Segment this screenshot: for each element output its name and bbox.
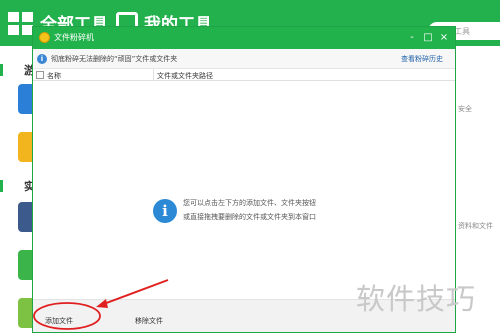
add-file-button[interactable]: 添加文件 [45, 316, 73, 326]
background-text: 安全 [458, 105, 472, 113]
close-button[interactable]: × [437, 30, 451, 45]
column-header-name[interactable]: 名称 [47, 71, 61, 81]
empty-hint-line1: 您可以点击左下方的添加文件、文件夹按钮 [183, 199, 316, 207]
column-divider[interactable] [153, 69, 154, 81]
background-text: 资料和文件 [458, 222, 493, 230]
dialog-titlebar[interactable]: 文件粉碎机 - □ × [33, 27, 455, 49]
section-marker [0, 64, 3, 76]
file-list-header: 名称 文件或文件夹路径 [33, 69, 455, 81]
all-tools-icon [8, 12, 34, 36]
watermark: 软件技巧 [356, 282, 477, 316]
section-marker [0, 180, 3, 192]
minimize-button[interactable]: - [405, 30, 419, 45]
select-all-checkbox[interactable] [36, 71, 44, 79]
maximize-button[interactable]: □ [421, 30, 435, 45]
shred-history-link[interactable]: 查看粉碎历史 [401, 54, 443, 64]
notice-bar: i 彻底粉碎无法删除的“顽固”文件或文件夹 查看粉碎历史 [33, 49, 455, 69]
file-drop-area[interactable]: i 您可以点击左下方的添加文件、文件夹按钮 或直接拖拽要删除的文件或文件夹到本窗… [33, 81, 455, 299]
info-icon: i [153, 199, 177, 223]
shredder-logo-icon [39, 32, 50, 43]
info-icon: i [37, 54, 47, 64]
dialog-title: 文件粉碎机 [54, 33, 94, 42]
column-header-path[interactable]: 文件或文件夹路径 [157, 71, 213, 81]
notice-text: 彻底粉碎无法删除的“顽固”文件或文件夹 [51, 55, 178, 63]
empty-hint-line2: 或直接拖拽要删除的文件或文件夹到本窗口 [183, 213, 316, 221]
app-sidebar: 游 实 [0, 46, 35, 333]
remove-file-button[interactable]: 移除文件 [135, 316, 163, 326]
